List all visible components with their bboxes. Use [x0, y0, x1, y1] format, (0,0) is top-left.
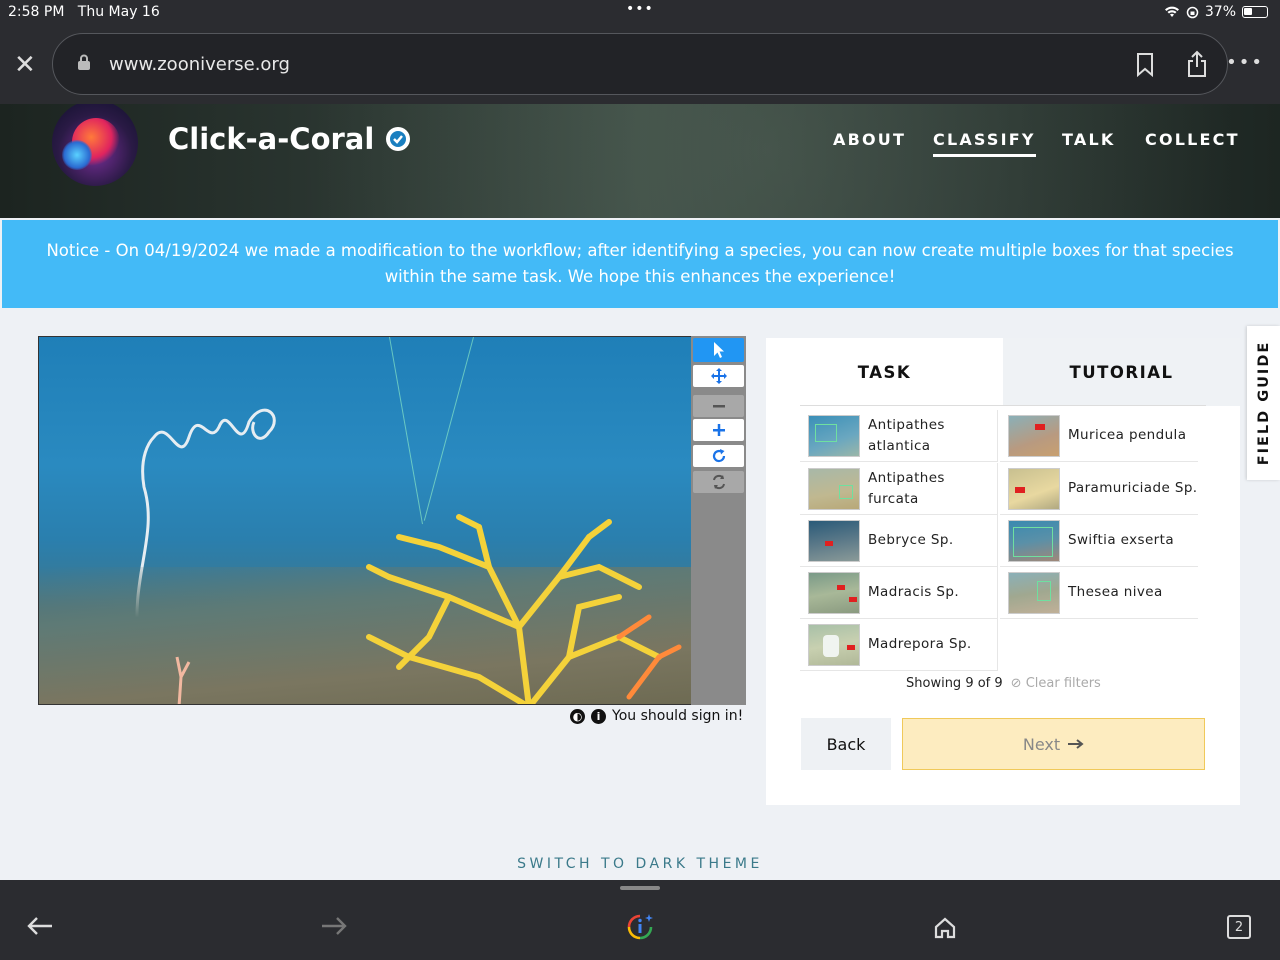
choice-label: Antipathes atlantica — [868, 416, 945, 454]
google-lens-icon[interactable] — [626, 913, 656, 941]
species-thumbnail — [808, 467, 860, 510]
nav-talk[interactable]: TALK — [1062, 130, 1115, 149]
field-guide-tab[interactable]: FIELD GUIDE — [1247, 326, 1280, 480]
species-thumbnail — [808, 519, 860, 562]
home-icon[interactable] — [933, 916, 957, 940]
zoom-in-icon[interactable] — [693, 419, 744, 441]
choice-madracis-sp[interactable]: Madracis Sp. — [800, 567, 998, 619]
choice-label: Paramuriciade Sp. — [1068, 480, 1198, 496]
back-arrow-icon[interactable] — [26, 916, 54, 936]
drag-handle[interactable] — [620, 886, 660, 890]
viewer-toolbar — [691, 336, 746, 705]
choice-swiftia-exserta[interactable]: Swiftia exserta — [1000, 515, 1198, 567]
task-panel: TASK TUTORIAL Antipathes atlantica Muric… — [766, 338, 1240, 805]
next-label: Next — [1022, 734, 1061, 754]
choice-label: Antipathes furcata — [868, 469, 945, 507]
clear-filters-button[interactable]: ⊘ Clear filters — [1011, 676, 1101, 691]
choice-label: Muricea pendula — [1068, 427, 1187, 443]
yellow-coral — [366, 514, 682, 704]
choice-bebryce-sp[interactable]: Bebryce Sp. — [800, 515, 998, 567]
notice-banner: Notice - On 04/19/2024 we made a modific… — [2, 220, 1278, 308]
project-title[interactable]: Click-a-Coral — [168, 122, 411, 156]
species-thumbnail — [1008, 519, 1060, 562]
arrow-right-icon — [1068, 739, 1084, 749]
project-header: Click-a-Coral ABOUT CLASSIFY TALK COLLEC… — [0, 104, 1280, 218]
battery-percent: 37% — [1204, 4, 1236, 20]
zoom-out-icon[interactable] — [693, 395, 744, 417]
status-right: 37% — [1164, 4, 1268, 20]
next-button[interactable]: Next — [902, 718, 1205, 770]
orientation-lock-icon — [1186, 6, 1199, 18]
project-title-text: Click-a-Coral — [168, 122, 375, 156]
wifi-icon — [1164, 6, 1179, 18]
close-tab-icon[interactable]: ✕ — [14, 50, 36, 80]
species-thumbnail — [808, 414, 860, 457]
species-thumbnail — [1008, 571, 1060, 614]
switch-theme-link[interactable]: SWITCH TO DARK THEME — [0, 856, 1280, 872]
contrast-icon[interactable]: ◐ — [570, 708, 585, 724]
tab-count-button[interactable]: 2 — [1227, 915, 1251, 939]
choice-thesea-nivea[interactable]: Thesea nivea — [1000, 567, 1198, 619]
small-coral — [175, 656, 191, 704]
bookmark-icon[interactable] — [1135, 52, 1155, 78]
battery-icon — [1242, 6, 1268, 18]
species-thumbnail — [1008, 414, 1060, 457]
project-avatar[interactable] — [52, 104, 138, 186]
nav-classify[interactable]: CLASSIFY — [933, 130, 1036, 157]
choice-label: Swiftia exserta — [1068, 532, 1174, 548]
choice-paramuriciade-sp[interactable]: Paramuriciade Sp. — [1000, 463, 1198, 515]
url-text: www.zooniverse.org — [109, 54, 290, 75]
filter-status: Showing 9 of 9 ⊘ Clear filters — [906, 676, 1101, 691]
tab-tutorial[interactable]: TUTORIAL — [1003, 338, 1240, 406]
field-guide-label: FIELD GUIDE — [1255, 340, 1272, 466]
share-icon[interactable] — [1185, 50, 1209, 78]
choice-label: Thesea nivea — [1068, 584, 1163, 600]
tab-task[interactable]: TASK — [766, 338, 1003, 406]
choice-label: Bebryce Sp. — [868, 532, 954, 548]
subject-image[interactable] — [38, 336, 692, 705]
status-bar: 2:58 PM Thu May 16 ••• 37% — [0, 0, 1280, 24]
rotate-icon[interactable] — [693, 445, 744, 467]
choice-label: Madrepora Sp. — [868, 636, 972, 652]
showing-count: Showing 9 of 9 — [906, 676, 1003, 691]
pan-tool-icon[interactable] — [693, 365, 744, 387]
multitask-dots-icon[interactable]: ••• — [626, 1, 654, 17]
choice-madrepora-sp[interactable]: Madrepora Sp. — [800, 619, 998, 671]
nav-collect[interactable]: COLLECT — [1145, 130, 1240, 149]
choice-muricea-pendula[interactable]: Muricea pendula — [1000, 410, 1198, 462]
clear-filters-label: Clear filters — [1025, 676, 1101, 691]
species-thumbnail — [1008, 467, 1060, 510]
forward-arrow-icon[interactable] — [320, 916, 348, 936]
url-bar[interactable]: www.zooniverse.org — [52, 33, 1228, 95]
back-button[interactable]: Back — [801, 718, 891, 770]
choice-antipathes-furcata[interactable]: Antipathes furcata — [800, 463, 998, 515]
info-icon[interactable]: i — [591, 708, 606, 724]
pointer-tool-icon[interactable] — [693, 338, 744, 362]
reset-icon[interactable] — [693, 471, 744, 493]
browser-bottom-bar: 2 — [0, 880, 1280, 960]
choice-antipathes-atlantica[interactable]: Antipathes atlantica — [800, 410, 998, 462]
status-time: 2:58 PM Thu May 16 — [8, 4, 160, 20]
sign-in-notice[interactable]: You should sign in! — [612, 708, 743, 724]
lock-icon — [78, 54, 90, 70]
species-thumbnail — [808, 623, 860, 666]
nav-about[interactable]: ABOUT — [833, 130, 906, 149]
viewer-footer: ◐ i You should sign in! — [570, 708, 743, 724]
browser-chrome: 2:58 PM Thu May 16 ••• 37% ✕ www.zoonive… — [0, 0, 1280, 104]
choice-label: Madracis Sp. — [868, 584, 960, 600]
species-thumbnail — [808, 571, 860, 614]
verified-badge-icon — [386, 127, 411, 151]
more-options-icon[interactable]: ••• — [1226, 52, 1264, 73]
